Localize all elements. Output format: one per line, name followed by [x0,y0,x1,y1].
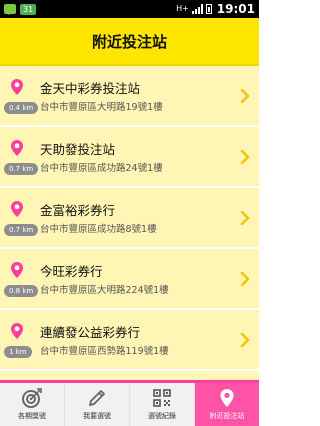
status-right: H+ 19:01 [176,2,255,16]
location-pin-icon [11,140,23,156]
station-row[interactable]: 0.7 km 天助發投注站 台中市豐原區成功路24號1樓 [0,127,259,188]
chevron-right-icon [240,333,250,347]
station-address: 台中市豐原區大明路19號1樓 [40,102,163,113]
battery-icon [205,4,212,14]
station-row[interactable]: 0.8 km 今旺彩券行 台中市豐原區大明路224號1樓 [0,249,259,310]
station-address: 台中市豐原區成功路24號1樓 [40,163,163,174]
distance-badge: 0.8 km [4,285,39,297]
status-bar: 31 H+ 19:01 [0,0,259,18]
signal-icon [191,4,203,14]
location-pin-icon [11,262,23,278]
location-pin-icon [11,323,23,339]
station-name: 金富裕彩券行 [40,203,116,218]
station-address: 台中市豐原區成功路8號1樓 [40,224,157,235]
location-pin-icon [11,79,23,95]
pencil-icon [89,390,105,406]
tab-label: 選號紀錄 [148,412,176,420]
chevron-right-icon [240,211,250,225]
tab-nearby-stations[interactable]: 附近投注站 [195,383,259,426]
station-address: 台中市豐原區大明路224號1樓 [40,285,169,296]
tab-label: 附近投注站 [209,412,245,420]
network-type: H+ [176,4,189,13]
tab-past-results[interactable]: 各期獎號 [0,383,65,426]
station-name: 今旺彩券行 [40,264,103,279]
page-title: 附近投注站 [91,32,167,51]
distance-badge: 0.7 km [4,224,39,236]
chevron-right-icon [240,89,250,103]
location-pin-icon [220,389,234,407]
bottom-tab-bar: 各期獎號 我要選號 選號紀錄 附近投注站 [0,380,259,426]
clock: 19:01 [216,2,255,16]
station-list: 0.4 km 金天中彩券投注站 台中市豐原區大明路19號1樓 0.7 km 天助… [0,66,259,380]
tab-pick-numbers[interactable]: 我要選號 [65,383,130,426]
status-left: 31 [4,3,37,15]
station-row[interactable]: 0.7 km 金富裕彩券行 台中市豐原區成功路8號1樓 [0,188,259,249]
station-name: 天助發投注站 [40,142,116,157]
qrcode-icon [153,389,171,407]
distance-badge: 1 km [4,346,32,358]
tab-label: 各期獎號 [18,412,46,420]
chevron-right-icon [240,272,250,286]
station-name: 連續發公益彩券行 [40,325,141,340]
station-row[interactable]: 0.4 km 金天中彩券投注站 台中市豐原區大明路19號1樓 [0,66,259,127]
distance-badge: 0.7 km [4,163,39,175]
tab-pick-history[interactable]: 選號紀錄 [130,383,195,426]
message-icon [4,4,16,15]
notification-badge: 31 [20,3,37,15]
station-row[interactable]: 1 km 連續發公益彩券行 台中市豐原區西勢路119號1樓 [0,310,259,371]
target-icon [22,388,42,408]
header: 附近投注站 [0,18,259,66]
distance-badge: 0.4 km [4,102,39,114]
chevron-right-icon [240,150,250,164]
station-address: 台中市豐原區西勢路119號1樓 [40,346,169,357]
location-pin-icon [11,201,23,217]
station-name: 金天中彩券投注站 [40,81,141,96]
tab-label: 我要選號 [83,412,111,420]
